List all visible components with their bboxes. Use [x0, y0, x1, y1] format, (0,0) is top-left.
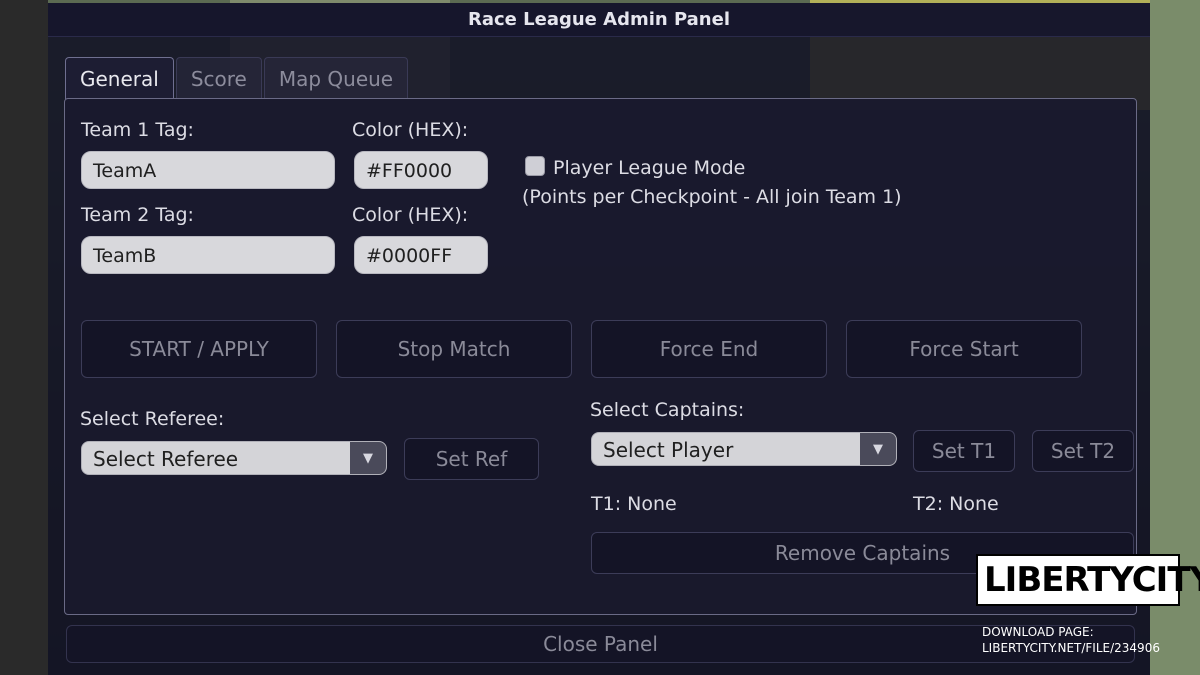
- tab-map-queue[interactable]: Map Queue: [263, 57, 409, 99]
- team2-tag-label: Team 2 Tag:: [81, 204, 194, 226]
- libertycity-watermark: LIBERTYCITY DOWNLOAD PAGE: LIBERTYCITY.N…: [976, 554, 1200, 656]
- league-mode-hint: (Points per Checkpoint - All join Team 1…: [522, 186, 902, 208]
- general-tab-content: Team 1 Tag: TeamA Color (HEX): #FF0000 T…: [64, 98, 1137, 615]
- chevron-down-icon[interactable]: ▼: [350, 442, 386, 474]
- league-mode-label: Player League Mode: [553, 157, 746, 179]
- captain-player-select[interactable]: Select Player ▼: [591, 432, 897, 466]
- checkbox-icon[interactable]: [525, 156, 545, 176]
- close-panel-button[interactable]: Close Panel: [66, 625, 1135, 663]
- team2-color-input[interactable]: #0000FF: [354, 236, 488, 274]
- team1-tag-label: Team 1 Tag:: [81, 119, 194, 141]
- watermark-logo: LIBERTYCITY: [976, 554, 1200, 606]
- referee-select[interactable]: Select Referee ▼: [81, 441, 387, 475]
- stop-match-button[interactable]: Stop Match: [336, 320, 572, 378]
- chevron-down-icon[interactable]: ▼: [860, 433, 896, 465]
- force-end-button[interactable]: Force End: [591, 320, 827, 378]
- t2-captain-status: T2: None: [913, 493, 999, 515]
- set-t1-button[interactable]: Set T1: [913, 430, 1015, 472]
- captains-label: Select Captains:: [590, 399, 745, 421]
- start-apply-button[interactable]: START / APPLY: [81, 320, 317, 378]
- window-title: Race League Admin Panel: [48, 3, 1150, 37]
- referee-select-value: Select Referee: [93, 447, 239, 471]
- referee-label: Select Referee:: [80, 408, 225, 430]
- team1-tag-input[interactable]: TeamA: [81, 151, 335, 189]
- tab-score[interactable]: Score: [175, 57, 262, 99]
- team1-color-label: Color (HEX):: [352, 119, 469, 141]
- captain-select-value: Select Player: [603, 438, 734, 462]
- t1-captain-status: T1: None: [591, 493, 677, 515]
- watermark-line2: LIBERTYCITY.NET/FILE/234906: [982, 641, 1160, 655]
- set-ref-button[interactable]: Set Ref: [404, 438, 539, 480]
- tab-general[interactable]: General: [65, 57, 174, 99]
- force-start-button[interactable]: Force Start: [846, 320, 1082, 378]
- set-t2-button[interactable]: Set T2: [1032, 430, 1134, 472]
- team2-color-label: Color (HEX):: [352, 204, 469, 226]
- watermark-line1: DOWNLOAD PAGE:: [982, 625, 1094, 639]
- tab-bar: General Score Map Queue: [65, 57, 410, 99]
- team1-color-input[interactable]: #FF0000: [354, 151, 488, 189]
- team2-tag-input[interactable]: TeamB: [81, 236, 335, 274]
